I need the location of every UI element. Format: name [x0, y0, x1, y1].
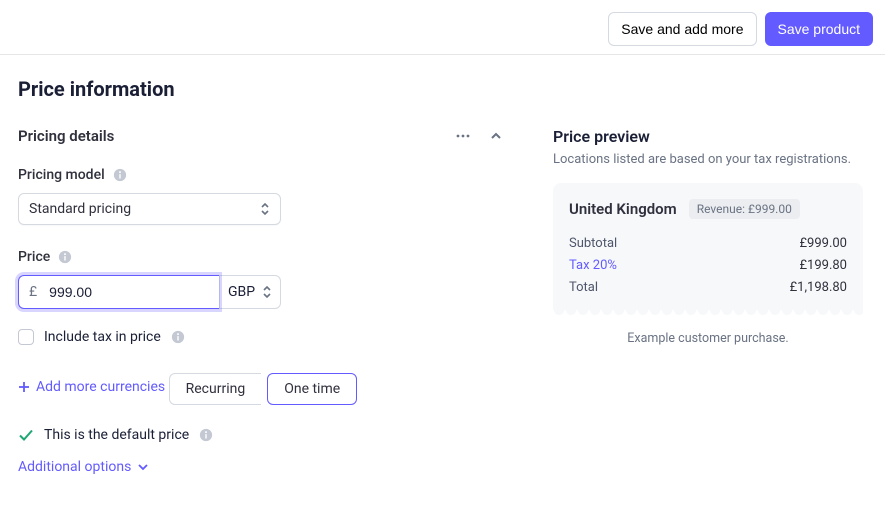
pricing-model-select[interactable]: Standard pricing [18, 193, 281, 225]
price-label: Price [18, 249, 50, 265]
plus-icon [18, 381, 30, 393]
toggle-one-time[interactable]: One time [267, 373, 357, 405]
page-title: Price information [18, 77, 863, 101]
chevron-down-icon [137, 461, 149, 473]
chevron-updown-icon [262, 285, 272, 299]
pricing-model-value: Standard pricing [29, 201, 131, 217]
total-label: Total [569, 277, 598, 299]
include-tax-checkbox[interactable] [18, 329, 34, 345]
save-product-button[interactable]: Save product [765, 12, 874, 46]
price-input[interactable] [47, 283, 209, 301]
currency-code: GBP [228, 284, 255, 300]
default-price-text: This is the default price [44, 427, 189, 443]
info-icon [58, 250, 72, 264]
save-and-add-more-button[interactable]: Save and add more [608, 12, 756, 46]
tax-value: £199.80 [799, 255, 847, 277]
price-preview-title: Price preview [553, 127, 863, 146]
info-icon [113, 168, 127, 182]
preview-location: United Kingdom [569, 200, 677, 218]
toggle-recurring[interactable]: Recurring [169, 373, 262, 405]
collapse-icon[interactable] [489, 129, 503, 143]
revenue-badge: Revenue: £999.00 [689, 199, 800, 219]
add-more-currencies-link[interactable]: Add more currencies [18, 379, 165, 395]
subtotal-value: £999.00 [799, 233, 847, 255]
include-tax-label: Include tax in price [44, 329, 161, 345]
more-icon[interactable] [455, 128, 471, 144]
price-preview-card: United Kingdom Revenue: £999.00 Subtotal… [553, 183, 863, 317]
additional-options-toggle[interactable]: Additional options [18, 459, 149, 475]
check-icon [18, 427, 34, 443]
currency-select[interactable]: GBP [219, 275, 281, 309]
info-icon [199, 428, 213, 442]
additional-options-label: Additional options [18, 459, 131, 475]
subtotal-label: Subtotal [569, 233, 617, 255]
chevron-updown-icon [260, 202, 270, 216]
total-value: £1,198.80 [790, 277, 847, 299]
billing-type-toggle: Recurring One time [169, 373, 358, 405]
add-more-currencies-label: Add more currencies [36, 379, 165, 395]
price-input-wrap[interactable]: £ [18, 275, 219, 309]
preview-caption: Example customer purchase. [553, 331, 863, 346]
tax-label[interactable]: Tax 20% [569, 255, 617, 277]
info-icon [171, 330, 185, 344]
pricing-details-title: Pricing details [18, 127, 114, 145]
currency-symbol: £ [29, 284, 37, 300]
pricing-model-label: Pricing model [18, 167, 105, 183]
price-preview-subtitle: Locations listed are based on your tax r… [553, 152, 863, 167]
